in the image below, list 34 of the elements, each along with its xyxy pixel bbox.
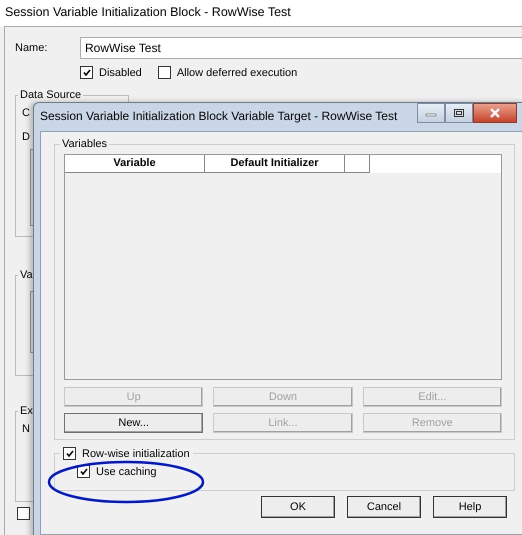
column-header[interactable]: Variable — [65, 155, 205, 173]
check-icon — [82, 69, 90, 76]
checkbox-label: Row-wise initialization — [82, 448, 190, 460]
dialog-button[interactable]: Cancel — [347, 496, 421, 518]
checkbox[interactable] — [17, 507, 30, 520]
checkbox[interactable] — [80, 66, 93, 79]
dialog-title: Session Variable Initialization Block Variable Target - RowWise Test — [40, 109, 398, 123]
name-label: Name: — [15, 42, 48, 54]
check-icon — [66, 450, 74, 457]
dialog-button[interactable]: Help — [433, 496, 507, 518]
field-label: N — [22, 423, 30, 435]
maximize-button[interactable] — [445, 103, 473, 123]
group-legend: Variables — [60, 138, 110, 150]
field-label: D — [22, 131, 30, 143]
field-label: C — [22, 107, 30, 119]
checkbox[interactable] — [158, 66, 171, 79]
checkbox[interactable] — [63, 447, 76, 460]
checkbox-label: Allow deferred execution — [176, 66, 298, 78]
variables-table[interactable]: Variable Default Initializer — [64, 154, 502, 380]
checkbox-label: Use caching — [96, 466, 157, 478]
group-legend: Va — [18, 269, 35, 281]
name-field[interactable]: RowWise Test — [80, 37, 522, 59]
column-header[interactable]: Default Initializer — [205, 155, 345, 173]
check-icon — [80, 468, 88, 475]
column-header[interactable] — [345, 155, 370, 173]
maximize-icon — [452, 107, 466, 119]
group-legend: Ex — [18, 405, 35, 417]
close-button[interactable] — [473, 103, 517, 123]
window-title: Session Variable Initialization Block - RowWise Test — [0, 0, 522, 26]
list-button[interactable]: New... — [64, 413, 204, 433]
group-legend: Data Source — [18, 89, 84, 101]
checkbox-label: Disabled — [99, 66, 142, 78]
close-icon — [487, 107, 503, 119]
dialog-button[interactable]: OK — [261, 496, 335, 518]
